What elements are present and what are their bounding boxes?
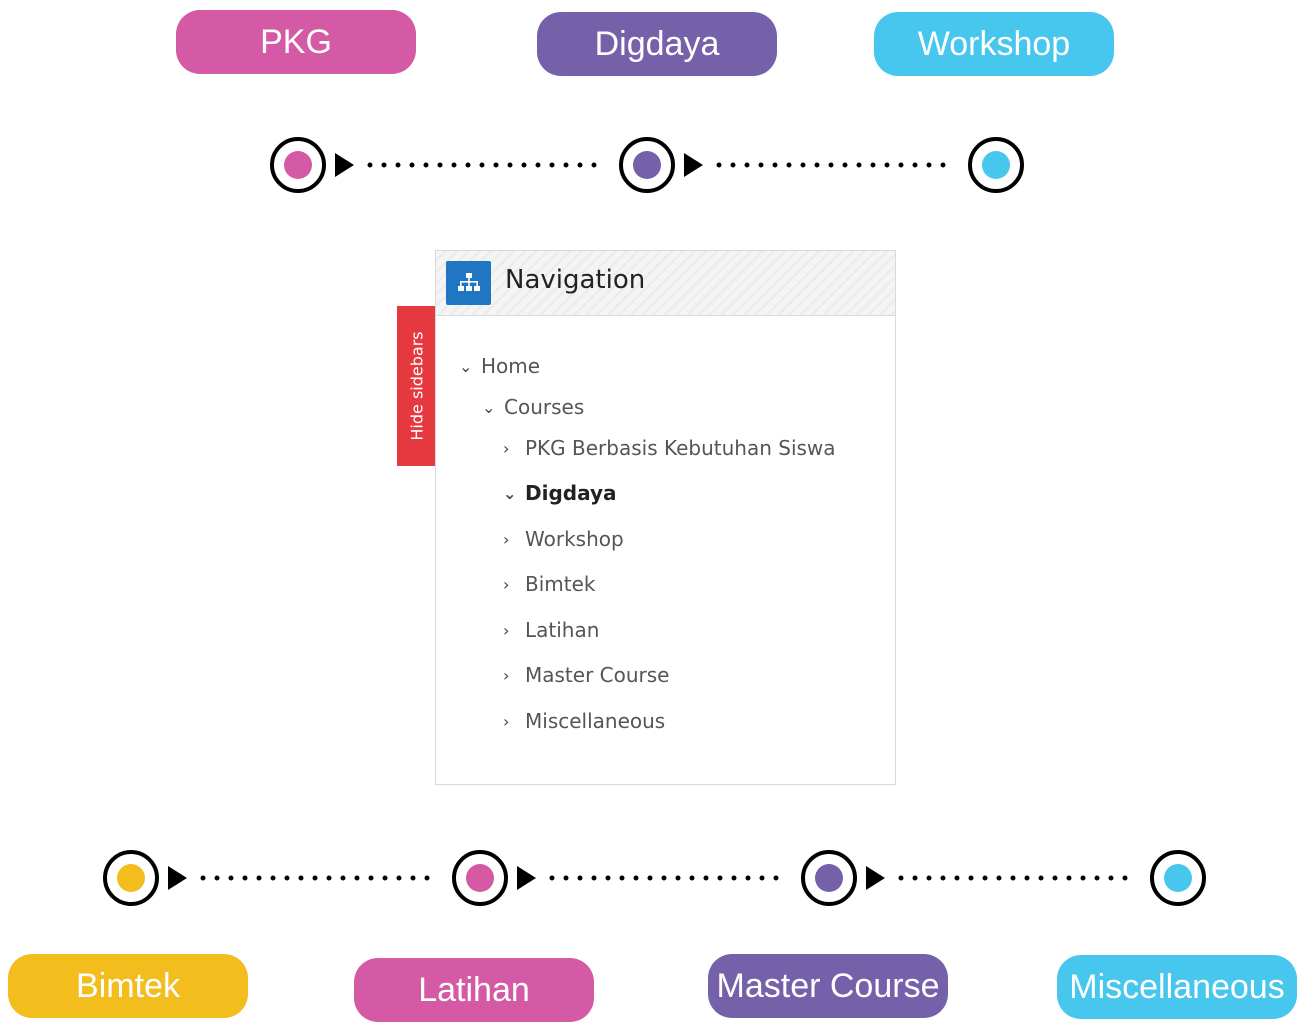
chevron-down-icon: ⌄	[459, 356, 473, 376]
chevron-right-icon: ›	[503, 438, 510, 458]
chevron-right-icon: ›	[503, 711, 510, 731]
hide-sidebars-label: Hide sidebars	[407, 331, 427, 441]
navigation-header: Navigation	[436, 251, 895, 316]
node-pkg-dot	[284, 151, 312, 179]
node-master-course-dot	[815, 864, 843, 892]
chevron-right-icon: ›	[503, 574, 510, 594]
nav-item-label: Digdaya	[525, 481, 617, 505]
chevron-down-icon: ⌄	[482, 397, 496, 417]
pill-master-course: Master Course	[708, 954, 948, 1018]
nav-item-label: Latihan	[525, 618, 600, 642]
nav-item-workshop[interactable]: › Workshop	[503, 527, 624, 551]
node-workshop-dot	[982, 151, 1010, 179]
bottom-flow	[103, 850, 1206, 906]
nav-item-digdaya[interactable]: ⌄ Digdaya	[503, 481, 617, 505]
nav-item-label: PKG Berbasis Kebutuhan Siswa	[525, 436, 836, 460]
pill-latihan: Latihan	[354, 958, 594, 1022]
nav-item-courses[interactable]: ⌄ Courses	[482, 395, 584, 419]
nav-item-label: Home	[481, 354, 541, 378]
nav-item-label: Miscellaneous	[525, 709, 666, 733]
arrow-head	[684, 153, 703, 177]
nav-item-home[interactable]: ⌄ Home	[459, 354, 540, 378]
navigation-block: Navigation	[435, 250, 896, 785]
nav-item-label: Master Course	[525, 663, 670, 687]
arrow-head	[335, 153, 354, 177]
top-flow	[270, 137, 1024, 193]
nav-item-miscellaneous[interactable]: › Miscellaneous	[503, 709, 665, 733]
chevron-right-icon: ›	[503, 529, 510, 549]
nav-item-master-course[interactable]: › Master Course	[503, 663, 669, 687]
node-bimtek-dot	[117, 864, 145, 892]
arrow-head	[866, 866, 885, 890]
nav-item-label: Courses	[504, 395, 585, 419]
chevron-down-icon: ⌄	[503, 483, 517, 503]
node-digdaya-dot	[633, 151, 661, 179]
pill-miscellaneous: Miscellaneous	[1057, 955, 1297, 1019]
hide-sidebars-tab[interactable]: Hide sidebars	[397, 306, 437, 466]
node-latihan-dot	[466, 864, 494, 892]
nav-item-label: Bimtek	[525, 572, 596, 596]
sitemap-icon	[446, 261, 491, 305]
navigation-title: Navigation	[505, 265, 646, 295]
chevron-right-icon: ›	[503, 620, 510, 640]
nav-item-pkg[interactable]: › PKG Berbasis Kebutuhan Siswa	[503, 436, 836, 460]
chevron-right-icon: ›	[503, 665, 510, 685]
nav-item-latihan[interactable]: › Latihan	[503, 618, 599, 642]
nav-item-label: Workshop	[525, 527, 624, 551]
arrow-head	[168, 866, 187, 890]
arrow-head	[517, 866, 536, 890]
pill-bimtek: Bimtek	[8, 954, 248, 1018]
node-miscellaneous-dot	[1164, 864, 1192, 892]
nav-item-bimtek[interactable]: › Bimtek	[503, 572, 596, 596]
